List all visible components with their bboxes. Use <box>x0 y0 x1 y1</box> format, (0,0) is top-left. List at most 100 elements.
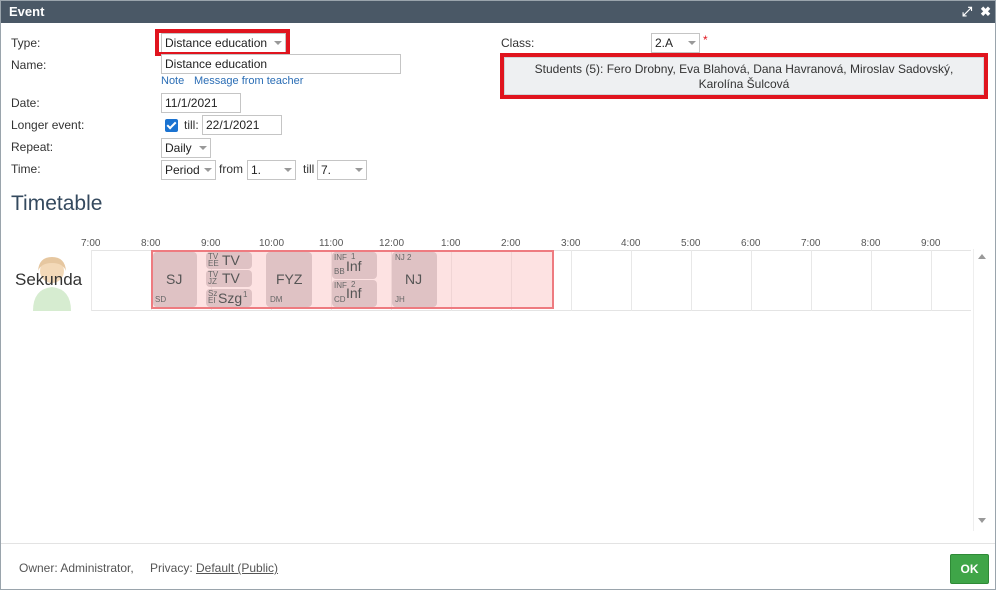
type-label: Type: <box>11 36 41 50</box>
grid-line <box>811 250 812 311</box>
chevron-down-icon <box>688 41 696 45</box>
time-mode-select[interactable]: Period <box>161 160 216 180</box>
class-name: Sekunda <box>15 270 83 289</box>
hour-label: 1:00 <box>441 238 461 249</box>
hour-label: 8:00 <box>141 238 161 249</box>
lesson-subject: TV <box>222 270 240 286</box>
class-select[interactable]: 2.A <box>651 33 700 53</box>
note-link[interactable]: Note <box>161 75 184 87</box>
hour-label: 3:00 <box>561 238 581 249</box>
till-date-input[interactable]: 22/1/2021 <box>202 115 282 135</box>
lesson-card-inf[interactable]: INF 1 Inf BB <box>332 252 377 279</box>
lesson-tag: INF <box>334 253 347 262</box>
lesson-subject: TV <box>222 252 240 268</box>
hour-label: 9:00 <box>201 238 221 249</box>
grid-line <box>91 250 92 311</box>
lesson-tag: INF <box>334 281 347 290</box>
maximize-icon[interactable]: ⤢ <box>962 1 972 23</box>
date-input[interactable]: 11/1/2021 <box>161 93 241 113</box>
grid-line <box>751 250 752 311</box>
hour-label: 9:00 <box>921 238 941 249</box>
scroll-up-icon[interactable] <box>978 254 986 259</box>
from-period-value: 1. <box>251 163 262 177</box>
lesson-card-nj[interactable]: NJ 2 NJ JH <box>392 252 437 307</box>
from-label: from <box>219 162 243 176</box>
lesson-subject: NJ <box>405 271 423 287</box>
class-label: Class: <box>501 36 535 50</box>
lesson-teacher: DM <box>270 295 283 304</box>
privacy-link[interactable]: Default (Public) <box>196 561 278 575</box>
students-highlight <box>500 53 988 99</box>
timetable-scrollbar[interactable] <box>973 249 990 531</box>
dialog-title: Event <box>9 4 45 19</box>
close-icon[interactable]: ✖ <box>980 1 991 23</box>
grid-line <box>631 250 632 311</box>
chevron-down-icon <box>199 146 207 150</box>
till-period-select[interactable]: 7. <box>317 160 367 180</box>
dialog-footer: Owner: Administrator, Privacy: Default (… <box>1 543 995 589</box>
till-date-value: 22/1/2021 <box>206 118 260 132</box>
lesson-tag: Sz EI <box>208 289 218 305</box>
repeat-select-value: Daily <box>165 141 192 155</box>
scroll-down-icon[interactable] <box>978 518 986 523</box>
dialog-titlebar: Event ⤢ ✖ <box>1 1 995 23</box>
grid-line <box>871 250 872 311</box>
hour-label: 6:00 <box>741 238 761 249</box>
chevron-down-icon <box>355 168 363 172</box>
class-select-value: 2.A <box>655 36 674 50</box>
lesson-subject: Szg <box>218 290 243 306</box>
timetable-grid: 7:00 8:00 9:00 10:00 11:00 12:00 1:00 2:… <box>1 233 995 543</box>
lesson-subject: FYZ <box>276 271 303 287</box>
hour-label: 4:00 <box>621 238 641 249</box>
grid-line <box>571 250 572 311</box>
hour-label: 7:00 <box>81 238 101 249</box>
lesson-teacher: JH <box>395 295 405 304</box>
hour-label: 5:00 <box>681 238 701 249</box>
hour-label: 8:00 <box>861 238 881 249</box>
repeat-label: Repeat: <box>11 140 54 154</box>
from-period-select[interactable]: 1. <box>247 160 296 180</box>
longer-event-label: Longer event: <box>11 118 85 132</box>
hour-label: 12:00 <box>379 238 405 249</box>
till-period-label: till <box>303 162 315 176</box>
lesson-card-inf[interactable]: INF 2 Inf CD <box>332 280 377 307</box>
lesson-teacher: CD <box>334 295 346 304</box>
hour-label: 7:00 <box>801 238 821 249</box>
grid-line <box>931 250 932 311</box>
lesson-card-tv[interactable]: TV EE TV <box>206 252 252 269</box>
date-label: Date: <box>11 96 40 110</box>
hour-label: 10:00 <box>259 238 285 249</box>
message-from-teacher-link[interactable]: Message from teacher <box>194 75 303 87</box>
timetable-title: Timetable <box>11 192 103 215</box>
lesson-tag: TV JZ <box>208 270 219 286</box>
type-highlight <box>155 29 290 56</box>
repeat-select[interactable]: Daily <box>161 138 211 158</box>
lesson-teacher: SD <box>155 295 167 304</box>
lesson-tag: TV EE <box>208 252 219 268</box>
ok-button[interactable]: OK <box>950 554 989 584</box>
lesson-card-szg[interactable]: Sz EI Szg 1 <box>206 289 252 307</box>
hour-label: 11:00 <box>319 238 344 249</box>
lesson-tag: NJ 2 <box>395 253 412 262</box>
chevron-down-icon <box>284 168 292 172</box>
name-input[interactable]: Distance education <box>161 54 401 74</box>
date-input-value: 11/1/2021 <box>165 96 218 110</box>
name-label: Name: <box>11 58 47 72</box>
longer-event-checkbox[interactable] <box>165 119 178 132</box>
event-dialog: Event ⤢ ✖ Type: Distance education Name:… <box>0 0 996 590</box>
lesson-card-sj[interactable]: SJ SD <box>153 252 197 307</box>
lesson-subject: Inf <box>346 285 362 301</box>
till-period-value: 7. <box>321 163 332 177</box>
lesson-card-tv[interactable]: TV JZ TV <box>206 270 252 287</box>
owner-text: Owner: Administrator, <box>19 561 134 575</box>
grid-line <box>691 250 692 311</box>
required-mark: * <box>703 33 708 47</box>
privacy-label: Privacy: <box>150 561 193 575</box>
time-label: Time: <box>11 162 41 176</box>
lesson-subject: Inf <box>346 258 362 274</box>
name-input-value: Distance education <box>165 57 268 71</box>
chevron-down-icon <box>204 168 212 172</box>
hour-label: 2:00 <box>501 238 521 249</box>
lesson-card-fyz[interactable]: FYZ DM <box>266 252 312 307</box>
lesson-teacher: BB <box>334 267 345 276</box>
